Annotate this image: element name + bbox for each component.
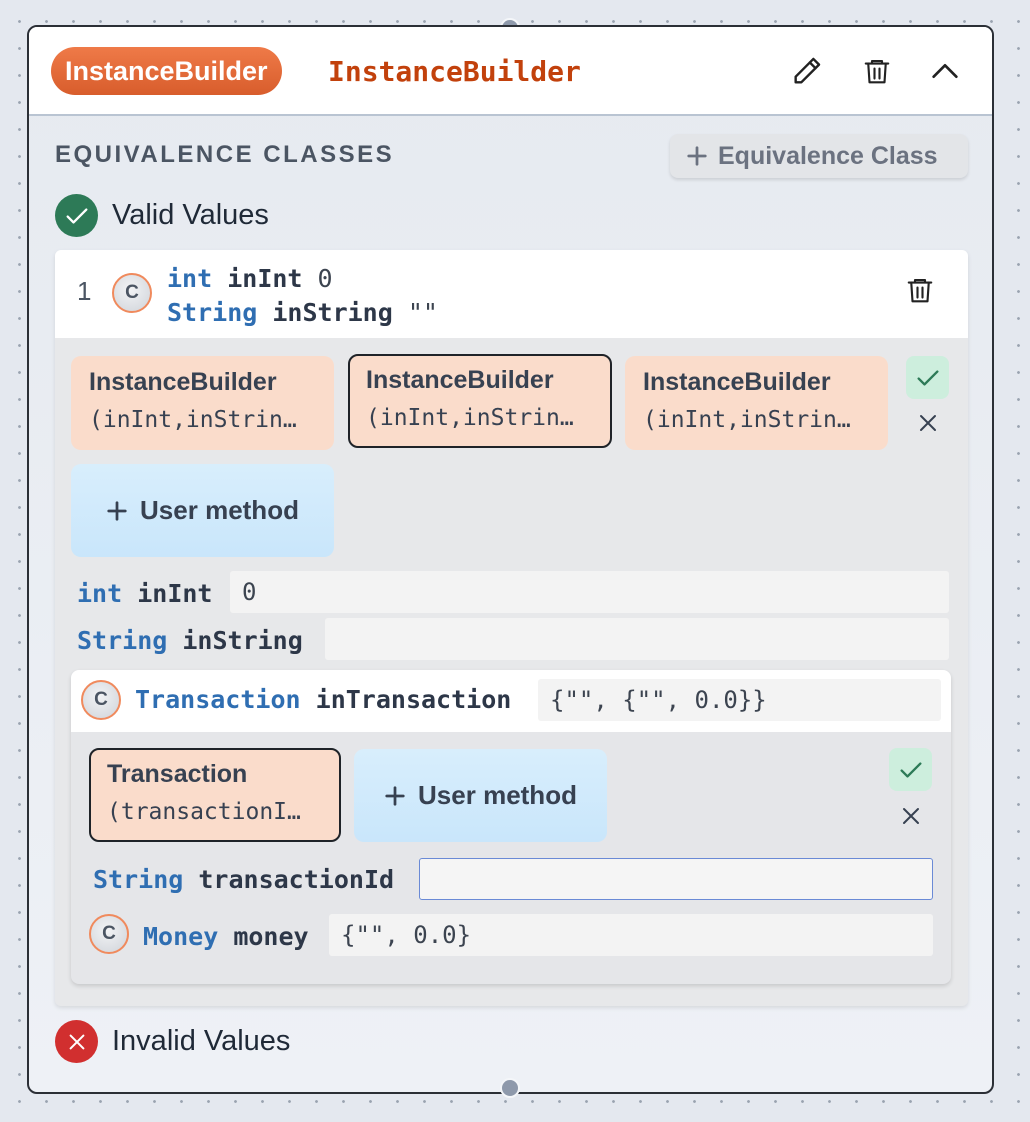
constructor-chip-2-selected[interactable]: InstanceBuilder (inInt,inStrin… (348, 354, 612, 448)
field-label-inString: String inString (77, 626, 303, 655)
valid-values-header[interactable]: Valid Values (55, 194, 269, 237)
trash-icon (907, 278, 933, 303)
add-user-method-button[interactable]: User method (354, 749, 607, 842)
chip-args: (transactionI… (107, 799, 301, 825)
node-header: InstanceBuilder InstanceBuilder (29, 27, 992, 116)
chip-title: InstanceBuilder (89, 368, 277, 396)
class-icon: C (112, 273, 152, 313)
inInt-value-input[interactable]: 0 (230, 571, 949, 613)
user-method-label: User method (140, 495, 299, 525)
check-icon (900, 761, 921, 778)
valid-values-label: Valid Values (112, 199, 269, 231)
add-user-method-button[interactable]: User method (71, 464, 334, 557)
nested-transaction-panel: C Transaction inTransaction {"", {"", 0.… (71, 670, 951, 984)
chip-args: (inInt,inStrin… (89, 407, 297, 433)
add-equivalence-class-button[interactable]: Equivalence Class (670, 134, 968, 178)
inTransaction-value-input[interactable]: {"", {"", 0.0}} (538, 679, 941, 721)
close-icon (919, 414, 936, 431)
trash-icon (864, 59, 890, 84)
chip-title: InstanceBuilder (643, 368, 831, 396)
nested-param-line: Transaction inTransaction (135, 685, 512, 714)
nested-header: C Transaction inTransaction {"", {"", 0.… (71, 670, 951, 732)
x-circle-icon (55, 1020, 98, 1063)
constructor-chip-3[interactable]: InstanceBuilder (inInt,inStrin… (625, 356, 888, 450)
equivalence-class-card: 1 C int inInt 0 String inString "" Insta… (55, 250, 968, 1006)
class-icon: C (81, 680, 121, 720)
instance-builder-node: InstanceBuilder InstanceBuilder EQUIVALE… (27, 25, 994, 1094)
cancel-button[interactable] (906, 401, 949, 444)
field-label-money: Money money (143, 922, 309, 951)
card-param-line-1: int inInt 0 (167, 264, 333, 293)
check-icon (917, 369, 938, 386)
chip-args: (inInt,inStrin… (366, 405, 574, 431)
delete-card-button[interactable] (905, 274, 935, 311)
node-type-badge: InstanceBuilder (51, 47, 282, 95)
plus-icon (107, 500, 127, 521)
transactionId-value-input[interactable] (419, 858, 933, 900)
section-title: EQUIVALENCE CLASSES (55, 141, 395, 168)
field-label-transactionId: String transactionId (93, 865, 395, 894)
bottom-connection-handle[interactable] (500, 1078, 520, 1098)
node-title: InstanceBuilder (328, 55, 581, 88)
money-value-input[interactable]: {"", 0.0} (329, 914, 933, 956)
chip-args: (inInt,inStrin… (643, 407, 851, 433)
transaction-constructor-chip[interactable]: Transaction (transactionI… (89, 748, 341, 842)
chip-title: Transaction (107, 760, 248, 788)
invalid-values-label: Invalid Values (112, 1025, 291, 1057)
card-param-line-2: String inString "" (167, 298, 438, 327)
plus-icon (687, 146, 707, 166)
plus-icon (385, 785, 405, 806)
chip-title: InstanceBuilder (366, 366, 554, 394)
field-label-inInt: int inInt (77, 579, 213, 608)
chevron-up-icon (932, 63, 958, 79)
edit-button[interactable] (789, 53, 825, 89)
cancel-button[interactable] (889, 794, 932, 837)
add-equivalence-class-label: Equivalence Class (718, 141, 938, 170)
card-header: 1 C int inInt 0 String inString "" (55, 250, 968, 338)
confirm-button[interactable] (889, 748, 932, 791)
user-method-label: User method (418, 780, 577, 810)
check-circle-icon (55, 194, 98, 237)
confirm-button[interactable] (906, 356, 949, 399)
pencil-icon (794, 57, 821, 84)
class-icon: C (89, 914, 129, 954)
constructor-chip-1[interactable]: InstanceBuilder (inInt,inStrin… (71, 356, 334, 450)
invalid-values-header[interactable]: Invalid Values (55, 1020, 290, 1063)
inString-value-input[interactable] (325, 618, 949, 660)
collapse-button[interactable] (927, 53, 963, 89)
close-icon (902, 807, 919, 824)
delete-node-button[interactable] (859, 53, 895, 89)
card-index: 1 (77, 276, 92, 306)
